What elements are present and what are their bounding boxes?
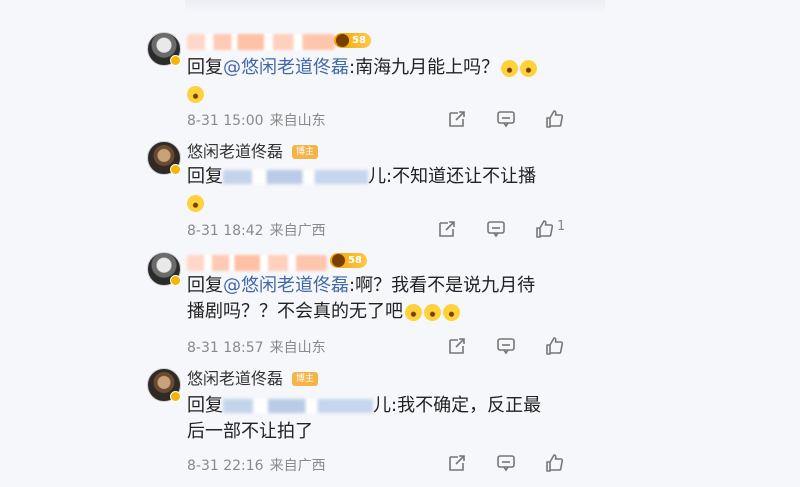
mention-link[interactable]: @悠闲老道佟磊 [223, 57, 349, 78]
like-icon[interactable] [544, 453, 564, 473]
blurred-mention[interactable] [223, 170, 368, 184]
blurred-username[interactable] [187, 34, 335, 50]
level-badge: 58 [330, 253, 367, 268]
cry-emoji-icon [443, 303, 460, 321]
cry-emoji-icon [424, 303, 441, 321]
like-icon[interactable] [534, 219, 554, 239]
laugh-emoji-icon [187, 194, 204, 212]
smile-emoji-icon [187, 85, 204, 103]
mention-link[interactable]: @悠闲老道佟磊 [223, 275, 349, 296]
comment-text: 回复 儿:不知道还让不让播 [187, 164, 536, 216]
comment-text: 回复@悠闲老道佟磊:南海九月能上吗？ [187, 55, 538, 107]
username[interactable]: 悠闲老道佟磊 [187, 369, 283, 389]
verified-badge-icon [170, 164, 181, 175]
like-icon[interactable] [544, 336, 564, 356]
reply-icon[interactable] [496, 109, 516, 129]
like-icon[interactable] [544, 109, 564, 129]
level-icon [336, 34, 349, 47]
share-icon[interactable] [447, 109, 467, 129]
comment-meta: 8-31 15:00 来自山东 [187, 113, 326, 129]
blurred-mention[interactable] [223, 399, 373, 413]
username[interactable]: 悠闲老道佟磊 [187, 142, 283, 162]
verified-badge-icon [170, 55, 181, 66]
share-icon[interactable] [447, 453, 467, 473]
blurred-username[interactable] [187, 255, 327, 271]
author-tag: 博主 [292, 372, 319, 386]
cry-emoji-icon [405, 303, 422, 321]
comment-text: 回复 儿:我不确定，反正最 后一部不让拍了 [187, 395, 542, 442]
comment-thread: 58 回复@悠闲老道佟磊:南海九月能上吗？ 8-31 15:00 来自山东 悠闲老… [0, 0, 800, 487]
like-count: 1 [557, 219, 566, 234]
comment-text: 回复@悠闲老道佟磊:啊？我看不是说九月待 播剧吗？？不会真的无了吧 [187, 275, 536, 322]
level-badge: 58 [334, 33, 371, 48]
smile-emoji-icon [501, 59, 519, 77]
reply-icon[interactable] [486, 219, 506, 239]
previous-comment-meta-partial [185, 0, 605, 14]
share-icon[interactable] [437, 219, 457, 239]
reply-icon[interactable] [496, 453, 516, 473]
comment-meta: 8-31 22:16 来自广西 [187, 458, 326, 474]
reply-icon[interactable] [496, 336, 516, 356]
verified-badge-icon [170, 275, 181, 286]
level-icon [332, 254, 345, 267]
verified-badge-icon [170, 391, 181, 402]
comment-meta: 8-31 18:57 来自山东 [187, 340, 326, 356]
comment-meta: 8-31 18:42 来自广西 [187, 223, 326, 239]
share-icon[interactable] [447, 336, 467, 356]
smile-emoji-icon [520, 59, 538, 77]
author-tag: 博主 [292, 145, 319, 159]
